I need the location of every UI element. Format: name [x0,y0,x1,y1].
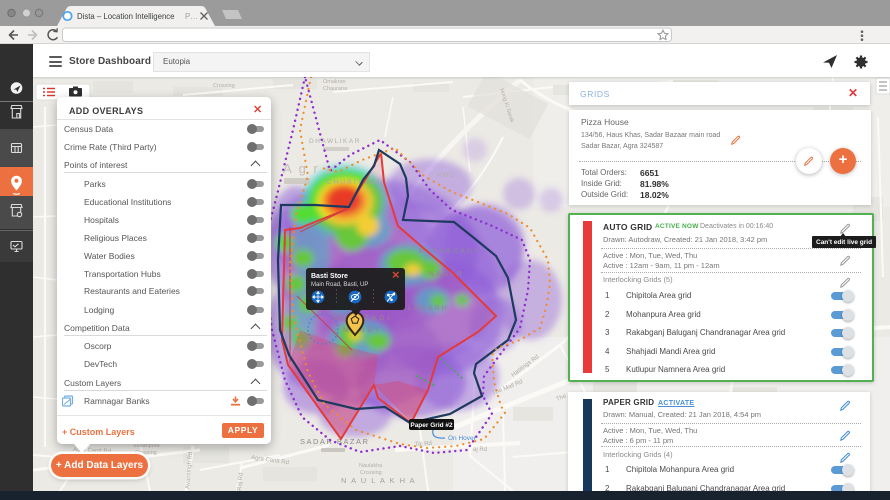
svg-text:Basti Store: Basti Store [311,273,348,280]
svg-text:On Hover: On Hover [448,435,477,442]
svg-text:Chaurana: Chaurana [323,86,348,92]
svg-text:Naulakha: Naulakha [359,463,383,469]
svg-text:A g r a: A g r a [283,161,335,176]
svg-text:Main Road, Basti, UP: Main Road, Basti, UP [311,282,368,288]
svg-text:DHAWLIKAR: DHAWLIKAR [309,138,361,145]
svg-text:Paper Grid #2: Paper Grid #2 [410,422,453,429]
svg-text:aj Rd: aj Rd [473,447,487,453]
svg-text:Dista – Location Intelligence: Dista – Location Intelligence [77,12,175,21]
svg-text:Crossing: Crossing [213,83,235,89]
svg-text:P…: P… [185,12,198,21]
svg-text:PWD: PWD [437,172,455,179]
svg-text:Omakran: Omakran [323,79,346,85]
svg-text:N A U L A K H A: N A U L A K H A [341,476,416,485]
svg-text:Taj Rd: Taj Rd [415,441,432,448]
